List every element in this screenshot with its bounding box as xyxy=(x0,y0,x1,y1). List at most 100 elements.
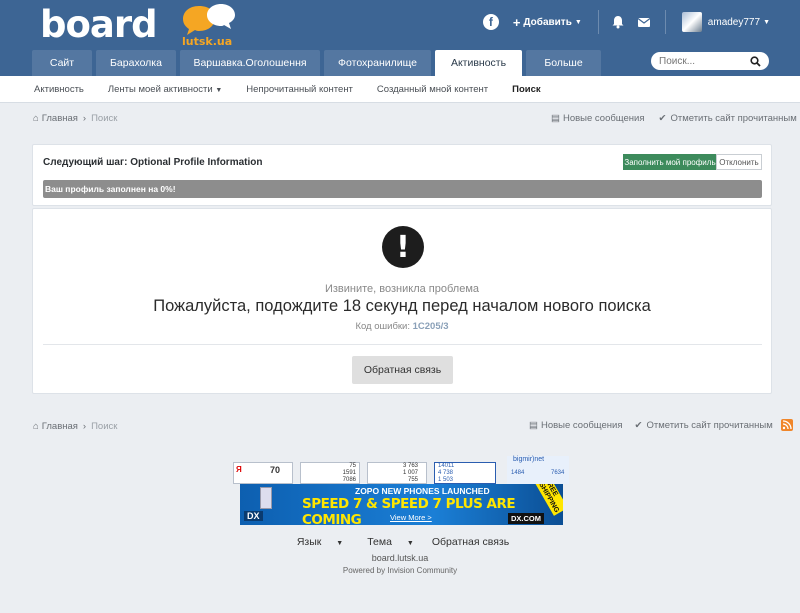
plus-icon: + xyxy=(512,14,521,30)
newspaper-icon: ▤ xyxy=(551,113,560,124)
breadcrumb-current-bottom: Поиск xyxy=(91,421,118,432)
rss-icon[interactable] xyxy=(780,419,793,431)
ua-counter[interactable]: 14011 4 738 1 503 xyxy=(434,462,496,484)
chevron-right-icon: › xyxy=(82,113,87,124)
tab-baraholka[interactable]: Барахолка xyxy=(96,50,176,76)
search-input[interactable] xyxy=(659,55,743,67)
tab-more[interactable]: Больше xyxy=(526,50,601,76)
breadcrumb-actions-bottom: ▤ Новые сообщения ✔ Отметить сайт прочит… xyxy=(529,419,793,431)
powered-by-link[interactable]: Powered by Invision Community xyxy=(0,566,800,575)
site-header: board lutsk.ua f + Добавить ▼ amadey777 … xyxy=(0,0,800,76)
search-box xyxy=(651,52,769,70)
li-counter-b: 1 007 xyxy=(402,470,418,476)
logo-text: board xyxy=(40,3,158,46)
logo-subtext: lutsk.ua xyxy=(182,35,233,48)
caret-down-icon-lang: ▼ xyxy=(336,540,344,547)
subnav-activity[interactable]: Активность xyxy=(34,84,84,95)
profile-completion-box: Следующий шаг: Optional Profile Informat… xyxy=(32,144,772,206)
chevron-right-icon-bottom: › xyxy=(82,421,87,432)
feedback-button[interactable]: Обратная связь xyxy=(352,356,453,384)
breadcrumb: ⌂ Главная › Поиск xyxy=(33,113,117,124)
caret-down-icon-theme: ▼ xyxy=(406,540,414,547)
search-icon[interactable] xyxy=(750,55,761,67)
new-messages-link-bottom[interactable]: Новые сообщения xyxy=(541,420,623,431)
add-content-button[interactable]: + Добавить ▼ xyxy=(513,15,582,30)
ua-counter-a: 14011 xyxy=(438,463,455,469)
caret-down-icon-streams: ▼ xyxy=(215,86,223,94)
yandex-counter-value: 70 xyxy=(270,465,281,475)
facebook-icon[interactable]: f xyxy=(482,14,499,30)
error-subtitle: Извините, возникла проблема xyxy=(324,283,480,295)
yandex-logo-icon: Я xyxy=(236,465,242,474)
add-content-label: Добавить xyxy=(523,16,572,28)
bigmir-name: bigmir)net xyxy=(513,456,545,463)
user-bar: f + Добавить ▼ amadey777 ▼ xyxy=(482,10,770,34)
tab-varshavka[interactable]: Варшавка.Оголошення xyxy=(180,50,320,76)
footer-links: Язык ▼ Тема ▼ Обратная связь xyxy=(0,536,800,548)
dx-site-label: DX.COM xyxy=(508,513,544,524)
breadcrumb-home-bottom[interactable]: Главная xyxy=(42,421,78,432)
dx-logo: DX xyxy=(244,511,263,521)
userbar-divider xyxy=(597,10,599,34)
li-counter-c: 755 xyxy=(407,477,418,483)
username-menu[interactable]: amadey777 xyxy=(708,17,760,28)
error-code-value: 1C205/3 xyxy=(412,321,449,332)
main-nav: Сайт Барахолка Варшавка.Оголошення Фотох… xyxy=(32,50,605,76)
subnav-unread[interactable]: Непрочитанный контент xyxy=(246,84,353,95)
mark-read-link-bottom[interactable]: Отметить сайт прочитанным xyxy=(646,420,772,431)
subnav-search[interactable]: Поиск xyxy=(512,84,541,95)
profile-progress-bar: Ваш профиль заполнен на 0%! xyxy=(43,180,762,198)
yandex-counter[interactable]: Я 70 xyxy=(233,462,293,484)
fill-profile-button[interactable]: Заполнить мой профиль xyxy=(623,154,717,170)
liveinternet-counter[interactable]: 3 763 1 007 755 xyxy=(367,462,427,484)
subnav-streams-label: Ленты моей активности xyxy=(107,83,213,95)
envelope-icon[interactable] xyxy=(637,15,651,29)
ua-counter-c: 1 503 xyxy=(438,477,454,483)
hits-counter[interactable]: 75 1591 7086 xyxy=(300,462,360,484)
footer-contact-link[interactable]: Обратная связь xyxy=(432,536,509,548)
bigmir-counter[interactable]: bigmir)net 1484 7634 xyxy=(507,456,569,484)
caret-down-icon: ▼ xyxy=(574,18,582,26)
bigmir-a: 1484 xyxy=(511,470,525,476)
ad-headline: ZOPO NEW PHONES LAUNCHED xyxy=(355,486,490,496)
footer-site-name: board.lutsk.ua xyxy=(371,553,429,563)
newspaper-icon-bottom: ▤ xyxy=(529,419,538,431)
check-icon-bottom: ✔ xyxy=(634,419,643,431)
ua-counter-b: 4 738 xyxy=(438,470,454,476)
hits-counter-a: 75 xyxy=(349,463,356,469)
tab-photo[interactable]: Фотохранилище xyxy=(324,50,431,76)
error-message: Пожалуйста, подождите 18 секунд перед на… xyxy=(153,297,651,315)
li-counter-a: 3 763 xyxy=(402,463,418,469)
new-messages-link[interactable]: Новые сообщения xyxy=(563,113,645,124)
breadcrumb-bottom: ⌂ Главная › Поиск xyxy=(33,421,117,432)
error-box: ! Извините, возникла проблема Пожалуйста… xyxy=(32,208,772,394)
home-icon: ⌂ xyxy=(33,113,39,124)
subnav-my-content[interactable]: Созданный мной контент xyxy=(377,84,488,95)
caret-down-icon-user: ▼ xyxy=(763,18,770,26)
site-logo[interactable]: board lutsk.ua xyxy=(40,3,240,48)
tab-activity[interactable]: Активность xyxy=(435,50,522,76)
userbar-divider-2 xyxy=(664,10,666,34)
language-label: Язык xyxy=(296,536,322,548)
bell-icon[interactable] xyxy=(611,15,625,29)
breadcrumb-actions: ▤ Новые сообщения ✔ Отметить сайт прочит… xyxy=(551,113,797,124)
language-menu[interactable]: Язык ▼ xyxy=(291,536,349,548)
theme-menu[interactable]: Тема ▼ xyxy=(361,536,420,548)
decline-button[interactable]: Отклонить xyxy=(716,154,762,170)
home-icon-bottom: ⌂ xyxy=(33,421,39,432)
mark-read-link[interactable]: Отметить сайт прочитанным xyxy=(670,113,796,124)
breadcrumb-home[interactable]: Главная xyxy=(42,113,78,124)
subnav-streams[interactable]: Ленты моей активности ▼ xyxy=(108,84,222,95)
ad-banner[interactable]: ZOPO NEW PHONES LAUNCHED SPEED 7 & SPEED… xyxy=(240,484,563,525)
sub-nav: Активность Ленты моей активности ▼ Непро… xyxy=(0,76,800,103)
divider xyxy=(43,344,762,345)
check-icon: ✔ xyxy=(658,113,667,124)
profile-step-title: Следующий шаг: Optional Profile Informat… xyxy=(43,157,263,168)
ad-view-more-link[interactable]: View More > xyxy=(390,513,432,522)
theme-label: Тема xyxy=(367,536,392,548)
breadcrumb-current: Поиск xyxy=(91,113,118,124)
avatar[interactable] xyxy=(681,12,702,32)
error-code: Код ошибки: 1C205/3 xyxy=(33,321,771,332)
tab-site[interactable]: Сайт xyxy=(32,50,92,76)
progress-label: Ваш профиль заполнен на 0%! xyxy=(45,184,176,194)
